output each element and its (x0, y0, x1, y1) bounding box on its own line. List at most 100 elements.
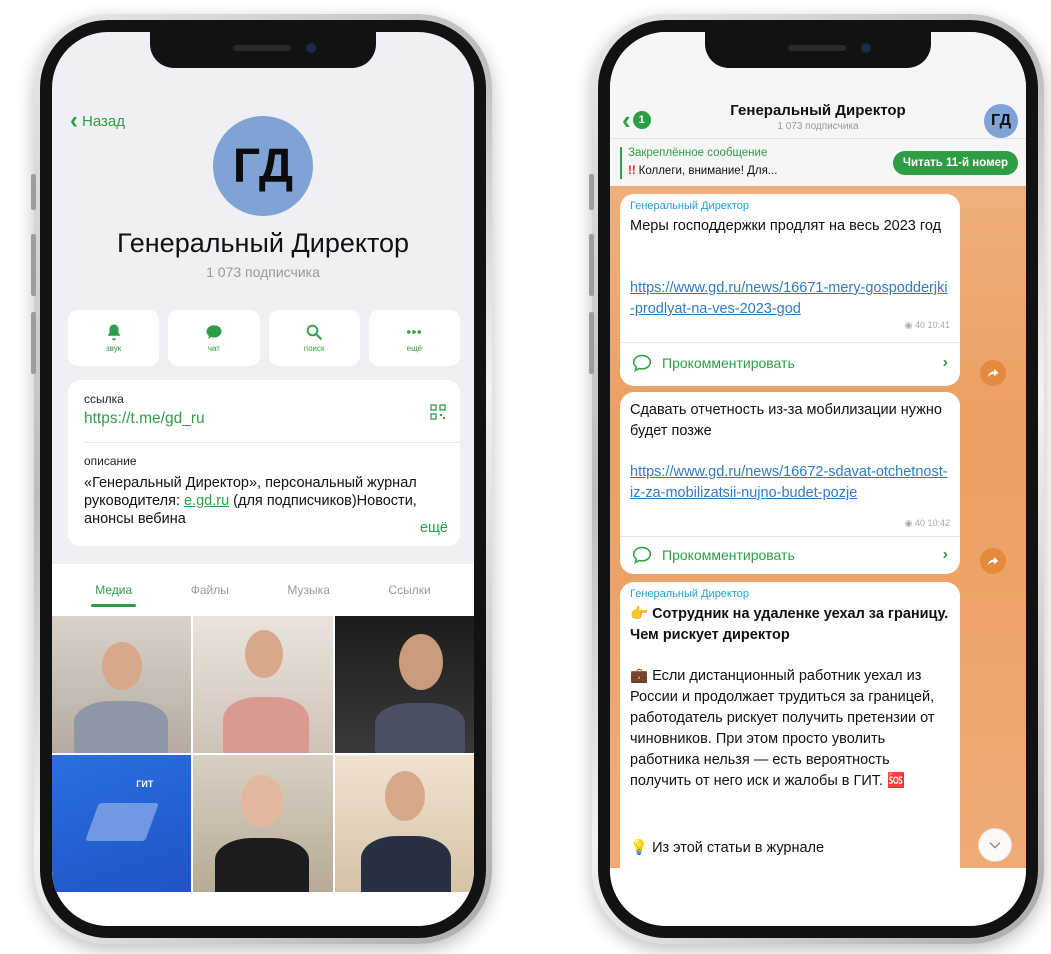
media-tile-text: ГИТ (136, 779, 154, 789)
mute-switch (31, 174, 36, 210)
exclamation-icon: !! (628, 165, 636, 177)
media-grid: ГИТ (52, 616, 474, 892)
person-photo (215, 838, 310, 892)
divider (84, 442, 460, 443)
search-button[interactable]: поиск (268, 310, 360, 366)
scroll-down-button[interactable] (978, 828, 1012, 862)
bezel: ‹ Назад ГД Генеральный Директор 1 073 по… (40, 20, 486, 938)
qr-code-icon[interactable] (430, 404, 446, 420)
tab-music[interactable]: Музыка (281, 569, 335, 611)
chat-avatar[interactable]: ГД (984, 104, 1018, 138)
comment-bubble-icon (632, 354, 652, 372)
message-sender: Генеральный Директор (630, 200, 750, 212)
more-label: ещё (406, 344, 423, 353)
profile-screen: ‹ Назад ГД Генеральный Директор 1 073 по… (52, 32, 474, 926)
right-phone-frame: ‹ 1 Генеральный Директор 1 073 подписчик… (589, 14, 1044, 944)
more-button[interactable]: ещё (368, 310, 460, 366)
pinned-text-row: !! Коллеги, внимание! Для... (628, 165, 777, 177)
comment-button[interactable]: Прокомментировать › (632, 350, 948, 376)
message-text: Сдавать отчетность из-за мобилизации нуж… (630, 402, 942, 439)
media-thumbnail[interactable] (193, 755, 333, 892)
more-icon (407, 330, 422, 334)
message-bubble[interactable]: Генеральный Директор 👉 Сотрудник на удал… (620, 582, 960, 882)
link-label: ссылка (84, 392, 124, 406)
tab-links[interactable]: Ссылки (382, 569, 436, 611)
chevron-right-icon: › (942, 354, 948, 371)
sound-button[interactable]: звук (68, 310, 160, 366)
tab-media[interactable]: Медиа (89, 569, 138, 611)
channel-link[interactable]: https://t.me/gd_ru (84, 410, 205, 428)
description-link[interactable]: e.gd.ru (184, 493, 229, 509)
message-headline: 👉 Сотрудник на удаленке уехал за границу… (630, 606, 949, 643)
media-thumbnail[interactable] (334, 755, 474, 892)
back-label: Назад (82, 112, 125, 130)
person-face (241, 775, 284, 827)
read-issue-button[interactable]: Читать 11-й номер (892, 151, 1018, 175)
bezel: ‹ 1 Генеральный Директор 1 073 подписчик… (598, 20, 1038, 938)
chat-bubble-icon (206, 325, 222, 339)
volume-up-button (31, 234, 36, 296)
media-thumbnail[interactable]: ГИТ (52, 755, 192, 892)
person-face (102, 642, 142, 690)
message-meta: ◉ 40 10:42 (904, 518, 950, 528)
chat-title[interactable]: Генеральный Директор (610, 102, 1026, 119)
show-more-link[interactable]: ещё (393, 520, 448, 536)
comment-bubble-icon (632, 546, 652, 564)
divider (620, 342, 960, 343)
search-icon (306, 324, 322, 340)
share-arrow-icon (987, 368, 999, 378)
message-bubble[interactable]: Сдавать отчетность из-за мобилизации нуж… (620, 392, 960, 574)
person-photo (74, 701, 168, 753)
chat-screen: ‹ 1 Генеральный Директор 1 073 подписчик… (610, 32, 1026, 926)
share-button[interactable] (980, 548, 1006, 574)
bell-icon (107, 324, 120, 341)
back-button[interactable]: ‹ Назад (70, 107, 125, 134)
divider (620, 536, 960, 537)
message-sender: Генеральный Директор (630, 588, 750, 600)
person-face (245, 630, 284, 678)
person-photo (360, 836, 451, 892)
comment-label: Прокомментировать (662, 355, 795, 371)
person-photo (374, 703, 465, 753)
action-row: звук чат поиск ещё (68, 310, 460, 366)
notch (705, 32, 931, 68)
share-arrow-icon (987, 556, 999, 566)
bottom-area (52, 892, 474, 926)
comment-button[interactable]: Прокомментировать › (632, 542, 948, 568)
message-meta: ◉ 40 10:41 (904, 320, 950, 330)
volume-down-button (589, 312, 594, 374)
message-body: 💼 Если дистанционный работник уехал из Р… (630, 668, 935, 789)
mute-switch (589, 174, 594, 210)
volume-down-button (31, 312, 36, 374)
tab-files[interactable]: Файлы (185, 569, 235, 611)
pinned-title: Закреплённое сообщение (628, 147, 768, 159)
message-link[interactable]: https://www.gd.ru/news/16671-mery-gospod… (630, 278, 950, 320)
chat-subscriber-count: 1 073 подписчика (777, 121, 859, 132)
share-button[interactable] (980, 360, 1006, 386)
message-bubble[interactable]: Генеральный Директор Меры господдержки п… (620, 194, 960, 386)
person-photo (223, 697, 310, 753)
chat-label: чат (207, 344, 220, 353)
sound-label: звук (106, 344, 122, 353)
volume-up-button (589, 234, 594, 296)
media-tabs: Медиа Файлы Музыка Ссылки (52, 564, 474, 616)
chevron-left-icon: ‹ (70, 107, 78, 134)
bottom-area (610, 868, 1026, 926)
description-label: описание (84, 454, 137, 468)
media-thumbnail[interactable] (52, 616, 192, 753)
pinned-indicator (620, 147, 622, 179)
search-label: поиск (303, 344, 325, 353)
subscriber-count: 1 073 подписчика (206, 264, 320, 280)
channel-avatar[interactable]: ГД (213, 116, 313, 216)
message-footer: 💡 Из этой статьи в журнале (630, 840, 825, 856)
pinned-message-bar[interactable]: Закреплённое сообщение !! Коллеги, вниман… (610, 138, 1026, 186)
illustration (85, 803, 159, 841)
pinned-text: Коллеги, внимание! Для... (638, 165, 778, 177)
media-thumbnail[interactable] (193, 616, 333, 753)
left-phone-frame: ‹ Назад ГД Генеральный Директор 1 073 по… (31, 14, 492, 944)
media-thumbnail[interactable] (334, 616, 474, 753)
chat-button[interactable]: чат (168, 310, 260, 366)
notch (150, 32, 376, 68)
channel-name: Генеральный Директор (116, 228, 410, 258)
message-link[interactable]: https://www.gd.ru/news/16672-sdavat-otch… (630, 462, 950, 504)
